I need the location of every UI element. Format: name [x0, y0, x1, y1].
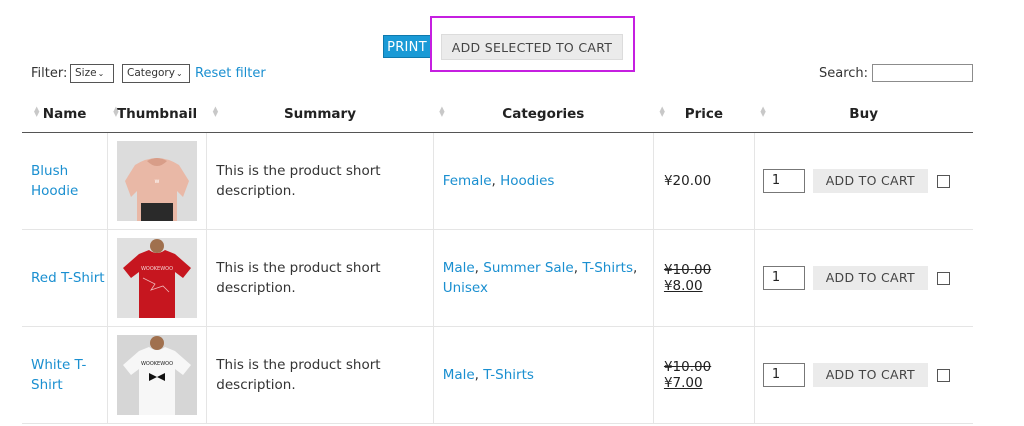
sort-icon: ▲ ▼ — [113, 105, 119, 118]
column-header-categories[interactable]: ▲ ▼ Categories — [433, 96, 654, 133]
category-link[interactable]: Summer Sale — [483, 260, 573, 276]
select-checkbox[interactable] — [936, 174, 950, 188]
column-header-price[interactable]: ▲ ▼ Price — [653, 96, 755, 133]
quantity-input[interactable]: 1 — [762, 169, 805, 193]
category-link[interactable]: Female — [443, 173, 492, 189]
product-summary: This is the product short description. — [206, 326, 434, 424]
sort-icon: ▲ ▼ — [760, 105, 766, 118]
category-select-value: Category — [127, 67, 175, 79]
sort-icon: ▲ ▼ — [34, 105, 40, 118]
column-header-summary[interactable]: ▲ ▼ Summary — [206, 96, 434, 133]
category-link[interactable]: T-Shirts — [582, 260, 633, 276]
product-price: ¥10.00 ¥8.00 — [653, 229, 755, 327]
svg-text:WOOKEWOO: WOOKEWOO — [141, 361, 173, 367]
sale-price: ¥7.00 — [663, 375, 703, 391]
bulk-action-bar: PRINT ADD SELECTED TO CART — [0, 34, 1024, 60]
product-price: ¥10.00 ¥7.00 — [653, 326, 755, 424]
product-thumbnail-white-tshirt[interactable]: WOOKEWOO — [117, 335, 197, 415]
size-select-value: Size — [75, 67, 97, 79]
product-thumbnail-red-tshirt[interactable]: WOOKEWOO — [117, 238, 197, 318]
product-categories: Female, Hoodies — [433, 132, 654, 230]
product-categories: Male, Summer Sale, T-Shirts, Unisex — [433, 229, 654, 327]
quantity-input[interactable]: 1 — [762, 266, 805, 290]
sort-icon: ▲ ▼ — [212, 105, 219, 118]
product-name-link[interactable]: Red T-Shirt — [22, 229, 108, 327]
reset-filter-link[interactable]: Reset filter — [195, 66, 266, 81]
sort-icon: ▲ ▼ — [439, 105, 445, 118]
add-to-cart-button[interactable]: ADD TO CART — [812, 266, 928, 290]
column-header-name[interactable]: ▲ ▼ Name — [22, 96, 108, 133]
column-header-thumbnail[interactable]: ▲ ▼ Thumbnail — [107, 96, 207, 133]
product-summary: This is the product short description. — [206, 132, 434, 230]
category-link[interactable]: Hoodies — [500, 173, 554, 189]
category-link[interactable]: Unisex — [443, 280, 488, 296]
table-row: Red T-Shirt WOOKEWOO This is the product… — [22, 229, 973, 327]
filter-bar: Filter: Size⌄ Category⌄ Reset filter Sea… — [0, 63, 1024, 85]
product-name-link[interactable]: White T- Shirt — [22, 326, 108, 424]
column-header-buy[interactable]: ▲ ▼ Buy — [754, 96, 973, 133]
add-selected-to-cart-button[interactable]: ADD SELECTED TO CART — [441, 34, 623, 60]
sale-price: ¥8.00 — [663, 278, 703, 294]
table-header-row: ▲ ▼ Name ▲ ▼ Thumbnail ▲ ▼ Summary ▲ ▼ Categorie… — [22, 96, 973, 133]
product-categories: Male, T-Shirts — [433, 326, 654, 424]
table-row: White T- Shirt WOOKEWOO This is the produ… — [22, 326, 973, 424]
buy-cell: 1 ADD TO CART — [754, 132, 973, 230]
product-summary: This is the product short description. — [206, 229, 434, 327]
old-price: ¥10.00 — [663, 262, 712, 278]
old-price: ¥10.00 — [663, 359, 712, 375]
search-label: Search: — [819, 66, 869, 81]
quantity-input[interactable]: 1 — [762, 363, 805, 387]
svg-text:w: w — [155, 178, 160, 185]
size-select[interactable]: Size⌄ — [70, 64, 114, 83]
filter-label: Filter: — [31, 66, 68, 81]
table-row: Blush Hoodie w This is the product short d… — [22, 132, 973, 230]
category-select[interactable]: Category⌄ — [122, 64, 190, 83]
product-table: ▲ ▼ Name ▲ ▼ Thumbnail ▲ ▼ Summary ▲ ▼ Categorie… — [22, 96, 973, 424]
product-price: ¥20.00 — [653, 132, 755, 230]
chevron-down-icon: ⌄ — [175, 69, 183, 78]
print-button[interactable]: PRINT — [383, 35, 431, 58]
category-link[interactable]: Male — [443, 260, 475, 276]
search-input[interactable] — [872, 64, 973, 82]
product-thumbnail-hoodie[interactable]: w — [117, 141, 197, 221]
category-link[interactable]: T-Shirts — [483, 367, 534, 383]
svg-text:WOOKEWOO: WOOKEWOO — [141, 266, 173, 272]
product-name-link[interactable]: Blush Hoodie — [22, 132, 108, 230]
add-to-cart-button[interactable]: ADD TO CART — [812, 363, 928, 387]
category-link[interactable]: Male — [443, 367, 475, 383]
buy-cell: 1 ADD TO CART — [754, 326, 973, 424]
select-checkbox[interactable] — [936, 271, 950, 285]
sort-icon: ▲ ▼ — [659, 105, 665, 118]
select-checkbox[interactable] — [936, 368, 950, 382]
add-to-cart-button[interactable]: ADD TO CART — [812, 169, 928, 193]
buy-cell: 1 ADD TO CART — [754, 229, 973, 327]
chevron-down-icon: ⌄ — [97, 69, 105, 78]
